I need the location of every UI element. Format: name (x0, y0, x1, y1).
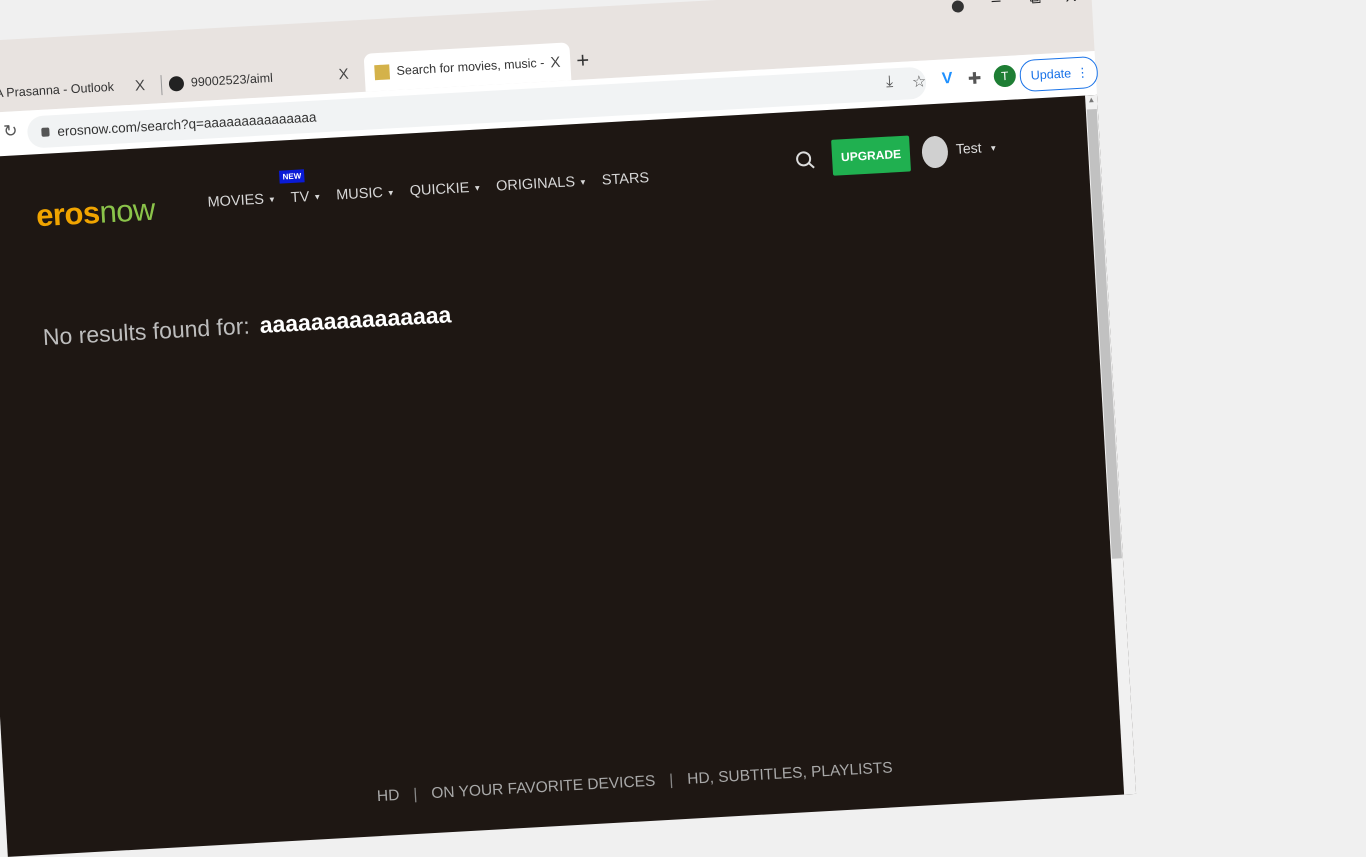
logo-eros: eros (35, 194, 101, 234)
separator: | (412, 785, 418, 804)
tab-separator (160, 75, 163, 96)
minimize-button[interactable]: – (991, 0, 1001, 11)
tab-close-icon[interactable]: X (338, 65, 349, 83)
user-menu[interactable]: Test ▼ (955, 139, 998, 157)
tab-label: Search for movies, music - Hindi (396, 55, 547, 78)
main-nav: MOVIES ▼ NEW TV ▼ MUSIC ▼ QUICKIE ▼ ORIGINAL… (207, 169, 664, 211)
no-results-message: No results found for: aaaaaaaaaaaaaaa (42, 301, 452, 351)
caret-down-icon: ▼ (989, 143, 998, 153)
nav-label: ORIGINALS (495, 174, 576, 195)
feature-item: ON YOUR FAVORITE DEVICES (430, 772, 656, 803)
restore-button[interactable]: ⧉ (1029, 0, 1041, 9)
feature-item: HD, SUBTITLES, PLAYLISTS (686, 759, 894, 788)
github-icon (168, 75, 185, 92)
profile-indicator-icon[interactable] (951, 0, 965, 13)
separator: | (668, 771, 674, 789)
caret-down-icon: ▼ (473, 183, 482, 193)
nav-label: MUSIC (335, 184, 384, 204)
reload-icon[interactable]: ↻ (3, 121, 18, 142)
nav-stars[interactable]: STARS (601, 170, 649, 189)
tab-close-icon[interactable]: X (134, 77, 145, 95)
nav-music[interactable]: MUSIC ▼ (335, 184, 396, 204)
erosnow-logo[interactable]: erosnow (35, 192, 156, 235)
caret-down-icon: ▼ (578, 177, 588, 187)
install-app-icon[interactable]: ⤓ (885, 73, 893, 91)
nav-label: STARS (601, 170, 650, 189)
upgrade-button[interactable]: UPGRADE (831, 135, 911, 176)
user-name: Test (955, 139, 982, 157)
tab-close-icon[interactable]: X (550, 53, 561, 71)
vpn-extension-icon[interactable]: V (941, 70, 953, 89)
logo-now: now (98, 191, 156, 230)
tab-label: 99002523/aiml (190, 70, 274, 90)
bookmark-star-icon[interactable]: ☆ (911, 71, 927, 92)
screen-stage: A Prasanna - Outlook X 99002523/aiml X S… (0, 0, 1366, 857)
nav-label: QUICKIE (409, 180, 470, 200)
scrollbar-thumb[interactable] (1086, 108, 1122, 559)
update-label: Update (1030, 66, 1072, 83)
scroll-up-icon[interactable]: ▲ (1087, 95, 1095, 104)
no-results-label: No results found for: (42, 312, 251, 351)
lock-icon (41, 126, 50, 137)
new-tab-button[interactable]: + (576, 47, 590, 74)
extensions-puzzle-icon[interactable]: ✚ (967, 68, 982, 89)
close-window-button[interactable]: X (1065, 0, 1077, 7)
feature-item: HD (376, 786, 400, 806)
tab-label: A Prasanna - Outlook (0, 79, 115, 101)
feature-strip: HD | ON YOUR FAVORITE DEVICES | HD, SUBTITLE… (377, 759, 893, 806)
user-avatar[interactable] (921, 135, 949, 169)
nav-movies[interactable]: MOVIES ▼ (207, 191, 276, 211)
browser-window: A Prasanna - Outlook X 99002523/aiml X S… (0, 0, 1137, 857)
search-query: aaaaaaaaaaaaaaa (258, 301, 452, 338)
url-text[interactable]: erosnow.com/search?q=aaaaaaaaaaaaaaa (57, 109, 317, 138)
update-button[interactable]: Update ⋮ (1018, 55, 1099, 93)
nav-originals[interactable]: ORIGINALS ▼ (495, 174, 588, 195)
profile-avatar[interactable]: T (993, 64, 1017, 88)
nav-label: TV (290, 189, 310, 207)
caret-down-icon: ▼ (267, 194, 277, 205)
caret-down-icon: ▼ (386, 187, 396, 198)
search-icon[interactable] (795, 150, 812, 167)
erosnow-page: erosnow MOVIES ▼ NEW TV ▼ MUSIC ▼ QUICKIE ▼ … (0, 94, 1137, 857)
erosnow-favicon-icon (374, 63, 391, 80)
caret-down-icon: ▼ (313, 192, 322, 202)
nav-tv[interactable]: NEW TV ▼ (279, 169, 322, 207)
menu-dots-icon[interactable]: ⋮ (1075, 57, 1089, 88)
nav-quickie[interactable]: QUICKIE ▼ (409, 179, 481, 199)
nav-label: MOVIES (207, 191, 265, 211)
scrollbar[interactable]: ▲ (1085, 94, 1137, 795)
new-badge: NEW (279, 169, 305, 184)
